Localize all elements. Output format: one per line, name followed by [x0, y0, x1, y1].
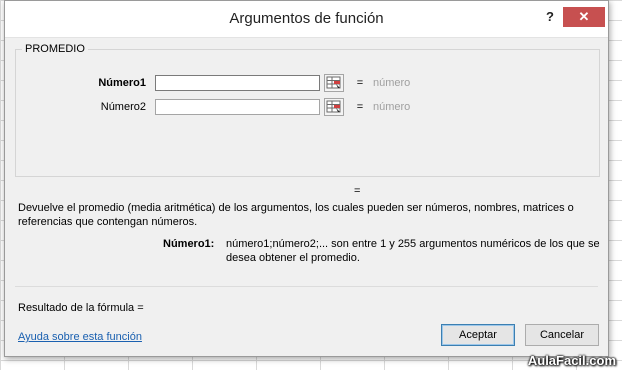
formula-result-label: Resultado de la fórmula = [18, 302, 144, 314]
arguments-group: PROMEDIO Número1 = número Número2 = núme… [15, 43, 600, 177]
close-button[interactable]: ✕ [563, 7, 605, 27]
function-description: Devuelve el promedio (media aritmética) … [18, 202, 574, 228]
argument-help-text: número1;número2;... son entre 1 y 255 ar… [226, 238, 600, 264]
title-bar[interactable]: Argumentos de función ? ✕ [5, 1, 608, 38]
function-name: PROMEDIO [25, 43, 85, 55]
accept-button[interactable]: Aceptar [441, 324, 515, 346]
range-selector-icon [326, 100, 341, 113]
argument-2-range-button[interactable] [324, 98, 344, 116]
close-icon: ✕ [578, 9, 590, 24]
argument-2-input[interactable] [155, 99, 320, 115]
result-equals: = [354, 185, 361, 197]
function-arguments-dialog: Argumentos de función ? ✕ PROMEDIO Númer… [4, 0, 609, 357]
argument-2-label: Número2 [100, 101, 146, 113]
help-button[interactable]: ? [542, 9, 558, 27]
argument-1-equals: = [356, 77, 364, 89]
argument-1-label: Número1 [98, 77, 146, 89]
argument-1-preview: número [373, 77, 411, 89]
help-icon: ? [546, 9, 554, 24]
help-link[interactable]: Ayuda sobre esta función [18, 330, 142, 344]
argument-help-label: Número1: [163, 238, 215, 250]
argument-1-input[interactable] [155, 75, 320, 91]
watermark-logo: AulaFacil.com [527, 353, 616, 368]
argument-2-equals: = [356, 101, 364, 113]
separator [15, 286, 598, 287]
range-selector-icon [326, 76, 341, 89]
dialog-title: Argumentos de función [229, 10, 384, 27]
argument-2-preview: número [373, 101, 411, 113]
argument-1-range-button[interactable] [324, 74, 344, 92]
cancel-button[interactable]: Cancelar [525, 324, 599, 346]
